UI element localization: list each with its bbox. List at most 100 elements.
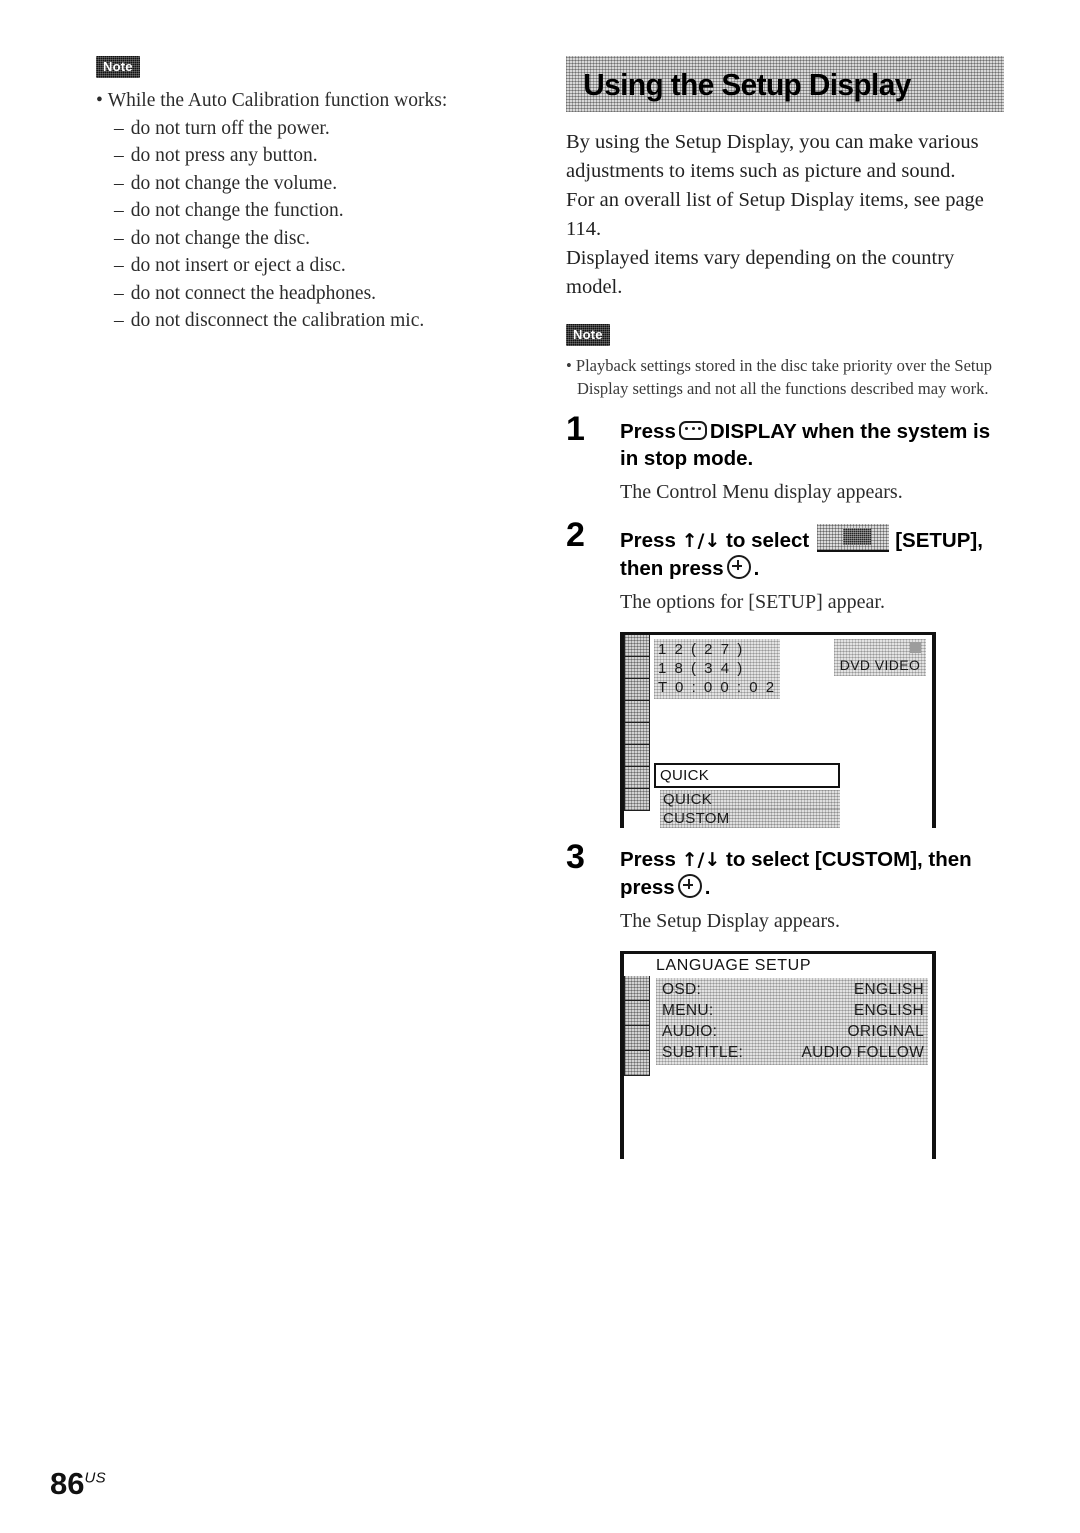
- row-label: AUDIO:: [662, 1023, 718, 1040]
- dash-marker: –: [114, 282, 124, 304]
- osd-icon-column: [624, 976, 650, 1076]
- osd-icon-cell: [624, 1001, 650, 1026]
- step-title-part: Press: [620, 420, 676, 443]
- step-number: 2: [566, 516, 585, 554]
- step-description: The Control Menu display appears.: [620, 481, 903, 503]
- step-description: The options for [SETUP] appear.: [620, 591, 885, 613]
- osd-info-line: 1 8 ( 3 4 ): [658, 660, 745, 677]
- table-row: AUDIO: ORIGINAL: [656, 1021, 928, 1042]
- step-number: 1: [566, 410, 585, 448]
- row-value: ORIGINAL: [847, 1023, 924, 1040]
- note-sub-text: do not change the volume.: [130, 172, 338, 194]
- osd-icon-cell: [624, 635, 650, 657]
- osd-icon-column: [624, 635, 650, 811]
- osd-icon-cell: [624, 767, 650, 789]
- table-row: SUBTITLE: AUDIO FOLLOW: [656, 1042, 928, 1063]
- step-title-part: Press: [620, 529, 676, 552]
- note-sub-item: – do not change the function.: [96, 197, 526, 225]
- osd-option-list: QUICK CUSTOM RESET: [660, 790, 840, 828]
- note-intro-text: While the Auto Calibration function work…: [107, 90, 448, 111]
- note-sub-item: – do not connect the headphones.: [96, 280, 526, 308]
- note-intro-line: • While the Auto Calibration function wo…: [96, 90, 448, 111]
- osd-option: CUSTOM: [660, 809, 840, 828]
- section-header-band: Using the Setup Display: [566, 56, 1004, 112]
- manual-page: Note • While the Auto Calibration functi…: [0, 0, 1080, 1533]
- row-label: MENU:: [662, 1002, 714, 1019]
- page-title: Using the Setup Display: [583, 66, 911, 102]
- dash-marker: –: [114, 145, 124, 166]
- dash-marker: –: [114, 117, 124, 139]
- osd-info-line: 1 2 ( 2 7 ): [658, 641, 745, 658]
- note-body: • Playback settings stored in the disc t…: [566, 356, 992, 398]
- step-title: Press DISPLAY when the system is in stop …: [620, 418, 1004, 472]
- osd-icon-cell: [624, 1026, 650, 1051]
- note-badge: Note: [96, 56, 140, 78]
- setup-thumbnail-icon: [817, 524, 890, 552]
- table-row: MENU: ENGLISH: [656, 1000, 928, 1021]
- note-sub-item: – do not turn off the power.: [96, 115, 526, 143]
- language-setup-title: LANGUAGE SETUP: [656, 957, 812, 974]
- osd-disc-indicator: DVD VIDEO: [834, 639, 926, 676]
- note-sub-text: do not connect the headphones.: [130, 282, 377, 304]
- disc-chip-icon: [910, 642, 921, 653]
- note-body-text: Playback settings stored in the disc tak…: [575, 356, 992, 398]
- osd-icon-cell: [624, 679, 650, 701]
- step-title: Press ↑/↓ to select [SETUP], then press.: [620, 524, 1004, 582]
- osd-disc-type: DVD VIDEO: [839, 657, 921, 673]
- note-sub-text: do not turn off the power.: [130, 117, 330, 139]
- step-number: 3: [566, 838, 585, 876]
- page-number: 86US: [50, 1468, 106, 1499]
- osd-icon-cell: [624, 976, 650, 1001]
- step-1: 1 Press DISPLAY when the system is in sto…: [566, 412, 1004, 506]
- row-label: SUBTITLE:: [662, 1044, 744, 1061]
- osd-icon-cell: [624, 723, 650, 745]
- note-sub-item: – do not insert or eject a disc.: [96, 252, 526, 280]
- note-sub-item: – do not change the disc.: [96, 225, 526, 253]
- row-value: ENGLISH: [853, 1002, 924, 1019]
- paragraph: For an overall list of Setup Display ite…: [566, 189, 984, 240]
- note-sub-item: – do not disconnect the calibration mic.: [96, 307, 526, 335]
- page-number-value: 86: [50, 1466, 85, 1501]
- step-3: 3 Press ↑/↓ to select [CUSTOM], then pres…: [566, 840, 1004, 935]
- note-sub-text: do not change the function.: [130, 200, 344, 221]
- step-title-part: .: [753, 557, 760, 580]
- osd-info-line: T 0 : 0 0 : 0 2: [658, 679, 777, 696]
- osd-info-text: 1 2 ( 2 7 ) 1 8 ( 3 4 ) T 0 : 0 0 : 0 2: [654, 639, 780, 699]
- step-title-part: .: [704, 876, 711, 899]
- step-2: 2 Press ↑/↓ to select [SETUP], then press…: [566, 518, 1004, 616]
- intro-paragraphs: By using the Setup Display, you can make…: [566, 128, 1004, 302]
- language-setup-rows: OSD: ENGLISH MENU: ENGLISH AUDIO: ORIGIN…: [656, 978, 928, 1065]
- osd-icon-cell: [624, 745, 650, 767]
- step-title-part: [SETUP],: [895, 529, 983, 552]
- left-column: Note • While the Auto Calibration functi…: [96, 56, 526, 335]
- dash-marker: –: [114, 310, 124, 331]
- row-label: OSD:: [662, 981, 702, 998]
- osd-icon-cell: [624, 657, 650, 679]
- note-block: Note • Playback settings stored in the d…: [566, 324, 1004, 400]
- paragraph: By using the Setup Display, you can make…: [566, 131, 979, 182]
- note-sub-text: do not insert or eject a disc.: [130, 255, 346, 276]
- step-title: Press ↑/↓ to select [CUSTOM], then press.: [620, 846, 1004, 901]
- note-sub-text: do not press any button.: [130, 145, 318, 166]
- dash-marker: –: [114, 200, 124, 221]
- screenshot-language-setup: LANGUAGE SETUP OSD: ENGLISH MENU: ENGLIS…: [620, 951, 936, 1159]
- up-down-arrows-icon: ↑/↓: [681, 530, 721, 552]
- osd-option: QUICK: [660, 790, 840, 809]
- screenshot-control-menu: 1 2 ( 2 7 ) 1 8 ( 3 4 ) T 0 : 0 0 : 0 2 …: [620, 632, 936, 828]
- dash-marker: –: [114, 255, 124, 276]
- osd-selected-value: QUICK: [660, 767, 710, 784]
- osd-icon-cell: [624, 789, 650, 811]
- osd-icon-cell: [624, 1051, 650, 1076]
- note-sub-text: do not disconnect the calibration mic.: [130, 310, 425, 331]
- up-down-arrows-icon: ↑/↓: [681, 849, 721, 871]
- enter-button-icon: [726, 555, 751, 579]
- paragraph: Displayed items vary depending on the co…: [566, 247, 955, 298]
- note-badge: Note: [566, 324, 610, 346]
- display-button-icon: [678, 421, 707, 440]
- note-sub-item: – do not change the volume.: [96, 170, 526, 198]
- row-value: ENGLISH: [853, 981, 924, 998]
- step-title-part: Press: [620, 848, 676, 871]
- note-list: • While the Auto Calibration function wo…: [96, 87, 526, 335]
- page-number-suffix: US: [84, 1469, 106, 1487]
- enter-button-icon: [677, 874, 702, 898]
